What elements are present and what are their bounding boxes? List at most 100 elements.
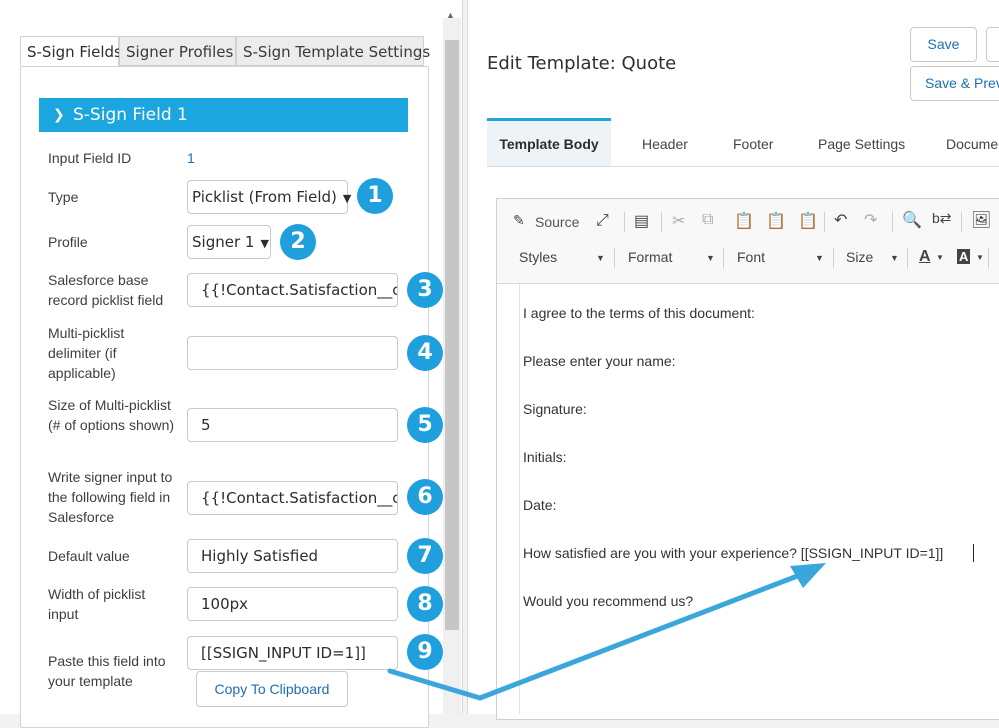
- redo-icon[interactable]: ↷: [864, 210, 877, 230]
- chevron-down-icon: ▼: [815, 253, 824, 263]
- chevron-down-icon[interactable]: ▼: [936, 253, 944, 262]
- step-badge-4: 4: [407, 335, 443, 371]
- label-base-field: Salesforce base record picklist field: [48, 272, 164, 308]
- save-button[interactable]: Save: [910, 27, 977, 62]
- document-line[interactable]: Signature:: [523, 401, 587, 417]
- cut-icon[interactable]: ✂: [672, 211, 685, 231]
- styles-dropdown[interactable]: Styles ▼: [519, 249, 607, 265]
- document-margin-line: [519, 284, 520, 714]
- label-input-field-id: Input Field ID: [48, 150, 132, 166]
- size-dropdown-label: Size: [846, 249, 874, 265]
- toolbar-separator: [614, 248, 615, 268]
- step-badge-7: 7: [407, 538, 443, 574]
- toolbar-separator: [624, 212, 625, 232]
- show-blocks-icon[interactable]: ▤: [634, 211, 649, 231]
- more-button[interactable]: [986, 27, 999, 62]
- text-cursor: [973, 544, 974, 562]
- step-badge-5: 5: [407, 407, 443, 443]
- scroll-up-icon[interactable]: ▲: [446, 10, 455, 20]
- maximize-icon[interactable]: ⤢: [596, 212, 609, 230]
- default-value-input[interactable]: Highly Satisfied: [187, 539, 398, 573]
- tab-footer[interactable]: Footer: [733, 118, 773, 166]
- label-type: Type: [48, 189, 79, 205]
- copy-icon[interactable]: ⧉: [702, 211, 713, 229]
- replace-icon[interactable]: b⇄: [932, 210, 952, 227]
- chevron-down-icon: ▼: [706, 253, 715, 263]
- step-badge-3: 3: [407, 272, 443, 308]
- toolbar-separator: [907, 248, 908, 268]
- document-line[interactable]: Date:: [523, 497, 556, 513]
- document-line[interactable]: Please enter your name:: [523, 353, 676, 369]
- profile-select[interactable]: Signer 1 ▼: [187, 225, 271, 259]
- tab-page-settings[interactable]: Page Settings: [818, 118, 905, 166]
- size-dropdown[interactable]: Size ▼: [846, 249, 901, 265]
- format-dropdown[interactable]: Format ▼: [628, 249, 716, 265]
- toolbar-separator: [988, 248, 989, 268]
- document-line[interactable]: How satisfied are you with your experien…: [523, 545, 943, 561]
- width-input[interactable]: 100px: [187, 587, 398, 621]
- styles-dropdown-label: Styles: [519, 249, 558, 265]
- step-badge-6: 6: [407, 479, 443, 515]
- copy-to-clipboard-button[interactable]: Copy To Clipboard: [196, 671, 348, 707]
- toolbar-separator: [892, 212, 893, 232]
- profile-select-value: Signer 1: [192, 233, 255, 251]
- background-color-icon[interactable]: A: [957, 249, 971, 264]
- source-icon: ✎: [513, 212, 525, 228]
- font-dropdown-label: Font: [737, 249, 766, 265]
- source-button[interactable]: Source: [535, 214, 579, 230]
- chevron-down-icon[interactable]: ▼: [976, 253, 984, 262]
- tab-document[interactable]: Docume: [946, 118, 998, 166]
- chevron-down-icon: ▼: [890, 253, 899, 263]
- label-delimiter: Multi-picklist delimiter (if applicable): [48, 325, 125, 381]
- undo-icon[interactable]: ↶: [834, 210, 847, 230]
- document-line[interactable]: Initials:: [523, 449, 567, 465]
- label-default: Default value: [48, 548, 130, 564]
- toolbar-separator: [961, 212, 962, 232]
- paste-word-icon[interactable]: 📋: [798, 211, 818, 231]
- chevron-down-icon: ▼: [260, 237, 269, 250]
- search-icon[interactable]: 🔍: [902, 210, 922, 230]
- type-select-value: Picklist (From Field): [192, 188, 337, 206]
- tab-signer-profiles[interactable]: Signer Profiles: [119, 36, 236, 66]
- step-badge-1: 1: [357, 178, 393, 214]
- document-line[interactable]: I agree to the terms of this document:: [523, 305, 755, 321]
- scrollbar-thumb[interactable]: [445, 40, 459, 630]
- document-line[interactable]: Would you recommend us?: [523, 593, 693, 609]
- toolbar-separator: [824, 212, 825, 232]
- chevron-down-icon: ▼: [596, 253, 605, 263]
- label-width: Width of picklist input: [48, 586, 146, 622]
- tab-s-sign-fields[interactable]: S-Sign Fields: [20, 36, 122, 66]
- input-field-id-value: 1: [187, 150, 195, 166]
- label-size: Size of Multi-picklist (# of options sho…: [48, 397, 175, 433]
- paste-text-icon[interactable]: 📋: [766, 211, 786, 231]
- delimiter-input[interactable]: [187, 336, 398, 370]
- write-to-input[interactable]: {{!Contact.Satisfaction__c}: [187, 481, 398, 515]
- step-badge-2: 2: [280, 224, 316, 260]
- label-write-to: Write signer input to the following fiel…: [48, 469, 173, 525]
- paste-field-input[interactable]: [[SSIGN_INPUT ID=1]]: [187, 636, 398, 670]
- label-profile: Profile: [48, 234, 88, 250]
- image-icon[interactable]: 🖼: [971, 210, 991, 230]
- label-paste: Paste this field into your template: [48, 653, 166, 689]
- save-preview-button[interactable]: Save & Prev: [910, 66, 999, 101]
- step-badge-8: 8: [407, 586, 443, 622]
- tab-template-body[interactable]: Template Body: [487, 118, 611, 166]
- tabs-divider: [487, 166, 999, 167]
- section-header[interactable]: ❯ S-Sign Field 1: [39, 98, 408, 132]
- chevron-down-icon: ▼: [342, 192, 352, 205]
- tab-template-settings[interactable]: S-Sign Template Settings: [236, 36, 430, 66]
- font-dropdown[interactable]: Font ▼: [737, 249, 825, 265]
- chevron-down-icon: ❯: [53, 107, 65, 123]
- tab-header[interactable]: Header: [642, 118, 688, 166]
- section-title: S-Sign Field 1: [73, 105, 188, 125]
- toolbar-separator: [833, 248, 834, 268]
- type-select[interactable]: Picklist (From Field) ▼: [187, 180, 352, 214]
- paste-icon[interactable]: 📋: [734, 211, 754, 231]
- page-title: Edit Template: Quote: [487, 53, 677, 74]
- size-input[interactable]: 5: [187, 408, 398, 442]
- step-badge-9: 9: [407, 634, 443, 670]
- base-field-input[interactable]: {{!Contact.Satisfaction__c}: [187, 273, 398, 307]
- text-color-icon[interactable]: A: [919, 248, 931, 266]
- toolbar-separator: [723, 248, 724, 268]
- toolbar-separator: [661, 212, 662, 232]
